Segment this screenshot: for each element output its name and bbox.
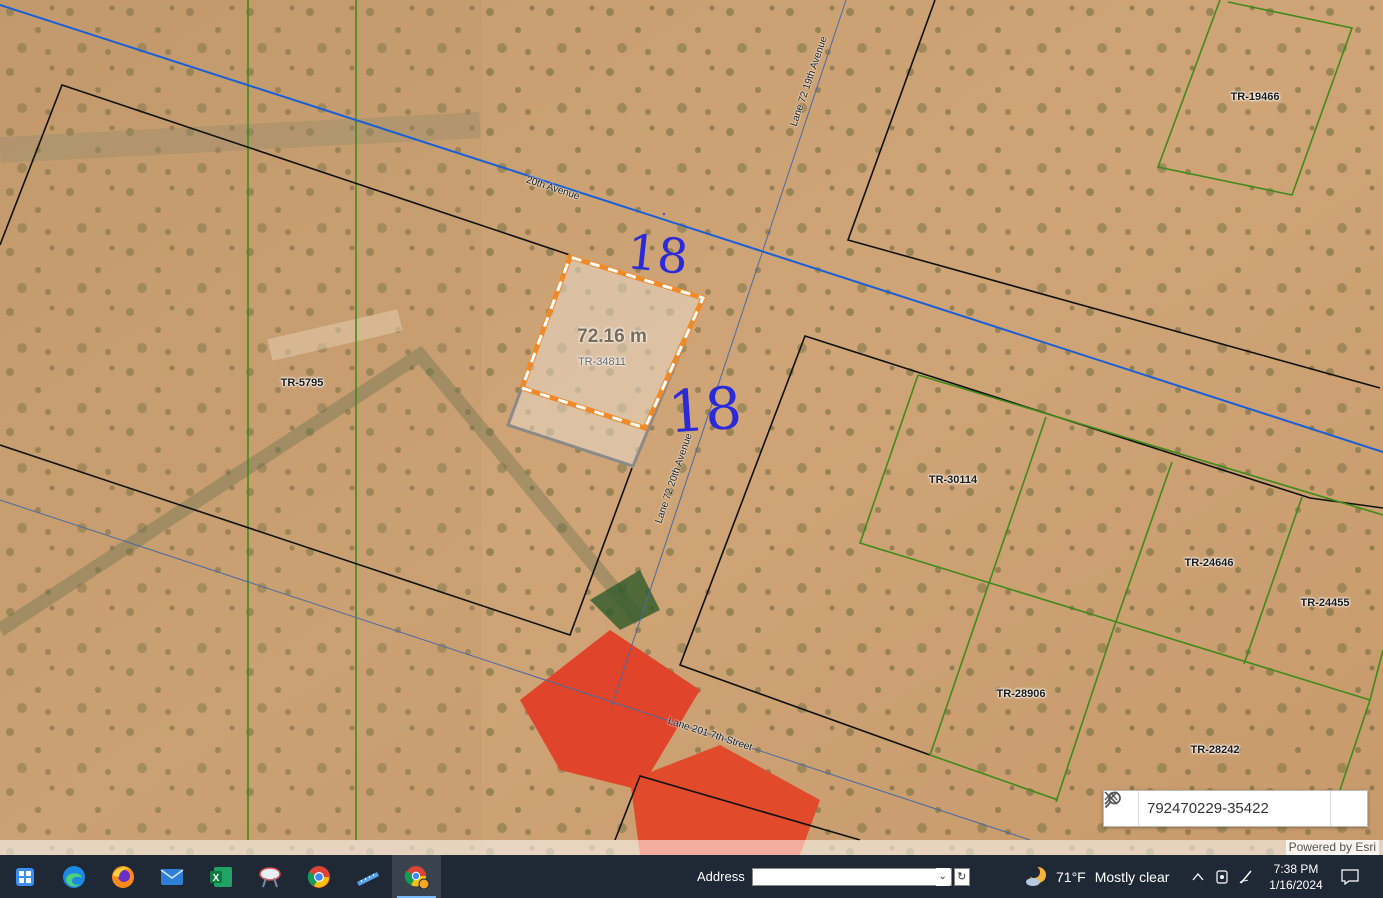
tray-meet-button[interactable]: [1210, 855, 1234, 898]
taskbar: X Address ⌄ ↻ 71°F Mostly clear 7:38 PM …: [0, 855, 1383, 898]
search-clear-button[interactable]: [1104, 791, 1330, 826]
notifications-button[interactable]: [1335, 855, 1365, 898]
show-hidden-icons-button[interactable]: [1186, 855, 1210, 898]
ink-dot: [663, 213, 665, 215]
weather-widget[interactable]: 71°F Mostly clear: [1024, 855, 1169, 898]
excel-icon: X: [209, 866, 232, 887]
parcel-label-tr34811: TR-34811: [577, 356, 627, 368]
weather-temp: 71°F: [1056, 868, 1086, 885]
map-view[interactable]: TR-5795 TR-34811 TR-19466 TR-30114 TR-24…: [0, 0, 1383, 855]
taskbar-app-chrome[interactable]: [294, 855, 343, 898]
address-input[interactable]: [751, 867, 952, 886]
annotation-top-side: 18: [624, 223, 691, 287]
taskbar-app-firefox[interactable]: [98, 855, 147, 898]
parcel-label-tr24455: TR-24455: [1300, 597, 1350, 609]
mail-icon: [160, 868, 183, 885]
search-input[interactable]: [1139, 792, 1302, 825]
parcel-label-tr28242: TR-28242: [1190, 744, 1240, 756]
search-button[interactable]: [1104, 791, 1367, 826]
chevron-down-icon[interactable]: ⌄: [935, 867, 950, 886]
address-label: Address: [697, 869, 745, 884]
ruler-icon: [356, 871, 379, 886]
search-icon: [1104, 791, 1121, 809]
parcel-label-tr28906: TR-28906: [996, 688, 1046, 700]
attribution-bar: [0, 840, 1383, 855]
clock-time: 7:38 PM: [1273, 861, 1319, 876]
edge-icon: [62, 865, 85, 888]
taskbar-app-chrome-profile[interactable]: [392, 855, 441, 898]
clock-date: 1/16/2024: [1269, 877, 1323, 892]
start-button[interactable]: [0, 855, 49, 898]
svg-text:X: X: [212, 873, 219, 884]
refresh-icon[interactable]: ↻: [953, 867, 970, 886]
firefox-icon: [111, 865, 134, 888]
measurement-label: 72.16 m: [577, 326, 647, 347]
chrome-icon: [307, 865, 330, 888]
taskbar-app-excel[interactable]: X: [196, 855, 245, 898]
search-widget: [1103, 790, 1368, 827]
address-toolbar: Address ⌄ ↻: [697, 855, 970, 898]
parcel-label-tr24646: TR-24646: [1184, 557, 1234, 569]
tray-pen-button[interactable]: [1234, 855, 1258, 898]
system-tray: [1186, 855, 1258, 898]
notification-icon: [1341, 868, 1359, 885]
moon-cloud-icon: [1026, 865, 1046, 886]
start-icon: [15, 867, 34, 886]
taskbar-app-mail[interactable]: [147, 855, 196, 898]
snipping-icon: [258, 866, 281, 887]
chrome-profile-icon: [404, 865, 429, 889]
annotation-right-side: 18: [665, 373, 745, 447]
clock[interactable]: 7:38 PM 1/16/2024: [1262, 855, 1330, 898]
parcel-label-tr30114: TR-30114: [928, 474, 978, 486]
taskbar-app-ruler[interactable]: [343, 855, 392, 898]
device-icon: [1216, 869, 1228, 884]
pen-icon: [1239, 870, 1252, 883]
parcel-label-tr19466: TR-19466: [1230, 91, 1280, 103]
attribution-text[interactable]: Powered by Esri: [1285, 840, 1379, 855]
parcel-label-tr5795: TR-5795: [280, 377, 324, 389]
taskbar-app-snipping[interactable]: [245, 855, 294, 898]
taskbar-app-edge[interactable]: [49, 855, 98, 898]
weather-condition: Mostly clear: [1094, 868, 1170, 885]
chevron-up-icon: [1192, 872, 1204, 880]
